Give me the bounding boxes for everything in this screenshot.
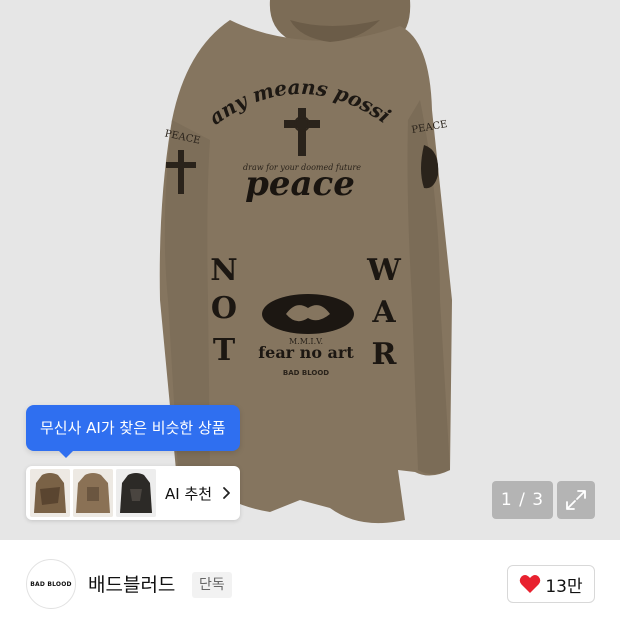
- chevron-right-icon: [223, 487, 230, 499]
- similar-thumbnail[interactable]: [30, 469, 70, 517]
- ai-recommend-label: AI 추천: [165, 484, 213, 503]
- ai-similar-tooltip: 무신사 AI가 찾은 비슷한 상품: [26, 405, 240, 458]
- product-image-gallery[interactable]: any means possible draw for your doomed …: [0, 0, 620, 540]
- tooltip-arrow: [58, 450, 74, 458]
- svg-text:O: O: [211, 291, 237, 326]
- svg-text:T: T: [213, 333, 236, 368]
- brand-logo[interactable]: BAD BLOOD: [26, 559, 76, 609]
- similar-thumbnail-image: [30, 469, 70, 517]
- exclusive-badge: 단독: [192, 572, 232, 598]
- brand-logo-text: BAD BLOOD: [30, 580, 72, 588]
- similar-thumbnail-image: [73, 469, 113, 517]
- expand-button[interactable]: [557, 481, 595, 519]
- svg-text:peace: peace: [245, 164, 355, 204]
- svg-text:A: A: [371, 295, 396, 330]
- heart-icon: [520, 575, 541, 593]
- svg-text:N: N: [210, 253, 237, 288]
- svg-text:fear no art: fear no art: [258, 343, 354, 362]
- svg-text:BAD BLOOD: BAD BLOOD: [283, 369, 329, 377]
- image-counter: 1 / 3: [492, 481, 553, 519]
- similar-thumbnail[interactable]: [116, 469, 156, 517]
- similar-thumbnail[interactable]: [73, 469, 113, 517]
- svg-text:W: W: [366, 253, 402, 288]
- like-button[interactable]: 13만: [507, 565, 595, 603]
- ai-recommend-button[interactable]: AI 추천: [26, 466, 240, 520]
- product-image: any means possible draw for your doomed …: [0, 0, 452, 524]
- svg-text:R: R: [372, 337, 398, 372]
- like-count: 13만: [545, 576, 583, 597]
- similar-thumbnail-image: [116, 469, 156, 517]
- expand-icon: [566, 490, 586, 510]
- ai-similar-tooltip-text: 무신사 AI가 찾은 비슷한 상품: [40, 419, 226, 437]
- brand-name[interactable]: 배드블러드: [88, 570, 175, 597]
